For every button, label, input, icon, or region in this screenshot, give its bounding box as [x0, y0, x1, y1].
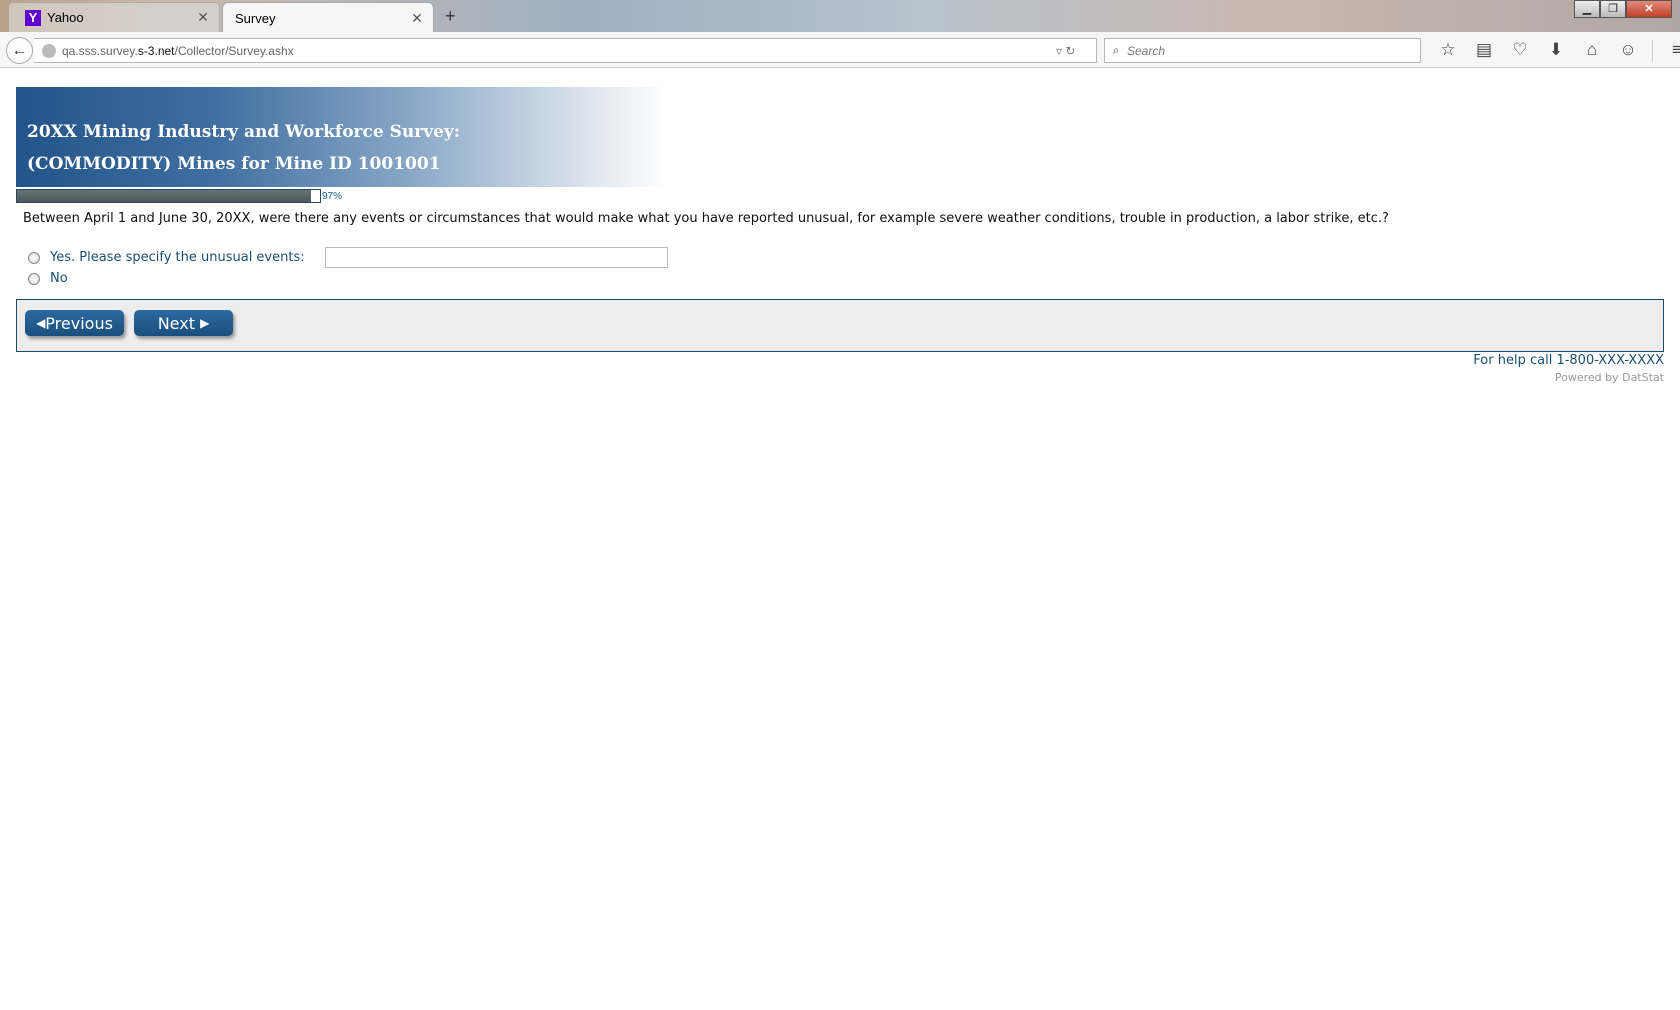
minimize-icon[interactable]: ▁ [1574, 0, 1600, 18]
progress-bar-fill [17, 190, 311, 202]
option-yes-label: Yes. Please specify the unusual events: [50, 250, 305, 265]
survey-subtitle: (COMMODITY) Mines for Mine ID 1001001 [27, 154, 441, 174]
previous-label: Previous [45, 313, 113, 333]
radio-yes[interactable] [28, 251, 40, 264]
tab-close-icon[interactable]: ✕ [409, 10, 425, 27]
help-text: For help call 1-800-XXX-XXXX [1473, 353, 1664, 368]
url-prefix: qa.sss.survey. [62, 43, 138, 58]
pocket-icon[interactable]: ♡ [1502, 40, 1538, 62]
address-bar[interactable]: qa.sss.survey.s-3.net/Collector/Survey.a… [34, 38, 1097, 63]
unusual-events-input[interactable] [325, 247, 668, 268]
right-arrow-icon: ▶ [200, 316, 210, 330]
bookmark-star-icon[interactable]: ☆ [1430, 40, 1466, 62]
url-path: /Collector/Survey.ashx [174, 43, 294, 58]
progress-percent: 97% [322, 191, 343, 202]
toolbar-icons: ☆ ▤ ♡ ⬇ ⌂ ☺ ≡ [1430, 40, 1680, 62]
next-label: Next [157, 313, 195, 333]
home-icon[interactable]: ⌂ [1574, 40, 1610, 62]
tab-label: Yahoo [47, 10, 84, 25]
window-controls: ▁ ❐ ✕ [1574, 0, 1672, 20]
url-domain: s-3.net [137, 43, 175, 58]
url-text: qa.sss.survey.s-3.net/Collector/Survey.a… [62, 44, 1056, 58]
radio-no[interactable] [28, 272, 40, 285]
left-arrow-icon: ◀ [36, 316, 46, 330]
navigation-panel: ◀ Previous Next ▶ [16, 299, 1664, 352]
browser-title-bar: Y Yahoo ✕ Survey ✕ + ▁ ❐ ✕ [0, 0, 1680, 33]
tab-close-icon[interactable]: ✕ [195, 9, 211, 26]
menu-icon[interactable]: ≡ [1659, 40, 1680, 62]
powered-by[interactable]: Powered by DatStat [1555, 371, 1664, 384]
question-text: Between April 1 and June 30, 20XX, were … [23, 211, 1389, 226]
survey-header-banner: 20XX Mining Industry and Workforce Surve… [16, 87, 666, 187]
search-placeholder: Search [1127, 43, 1166, 58]
progress-bar [16, 189, 321, 203]
option-yes[interactable]: Yes. Please specify the unusual events: [28, 250, 305, 265]
chat-icon[interactable]: ☺ [1610, 40, 1646, 62]
search-bar[interactable]: ⌕ Search [1104, 38, 1421, 63]
maximize-icon[interactable]: ❐ [1600, 0, 1626, 18]
next-button[interactable]: Next ▶ [134, 310, 233, 336]
back-arrow-icon[interactable]: ← [6, 37, 33, 64]
download-icon[interactable]: ⬇ [1538, 40, 1574, 62]
reading-list-icon[interactable]: ▤ [1466, 40, 1502, 62]
new-tab-button[interactable]: + [445, 6, 456, 27]
site-info-icon[interactable] [42, 43, 56, 58]
reload-icon[interactable]: ▿ ↻ [1056, 44, 1096, 58]
navigation-toolbar: ← qa.sss.survey.s-3.net/Collector/Survey… [0, 32, 1680, 68]
yahoo-favicon-icon: Y [25, 9, 41, 26]
option-no[interactable]: No [28, 271, 68, 286]
option-no-label: No [50, 271, 68, 286]
search-icon: ⌕ [1112, 43, 1120, 57]
window-close-icon[interactable]: ✕ [1626, 0, 1672, 18]
tab-label: Survey [235, 10, 276, 26]
previous-button[interactable]: ◀ Previous [25, 310, 124, 336]
tab-yahoo[interactable]: Y Yahoo ✕ [8, 2, 220, 32]
survey-title: 20XX Mining Industry and Workforce Surve… [27, 122, 461, 142]
toolbar-separator [1652, 40, 1653, 62]
tab-survey[interactable]: Survey ✕ [222, 2, 434, 33]
